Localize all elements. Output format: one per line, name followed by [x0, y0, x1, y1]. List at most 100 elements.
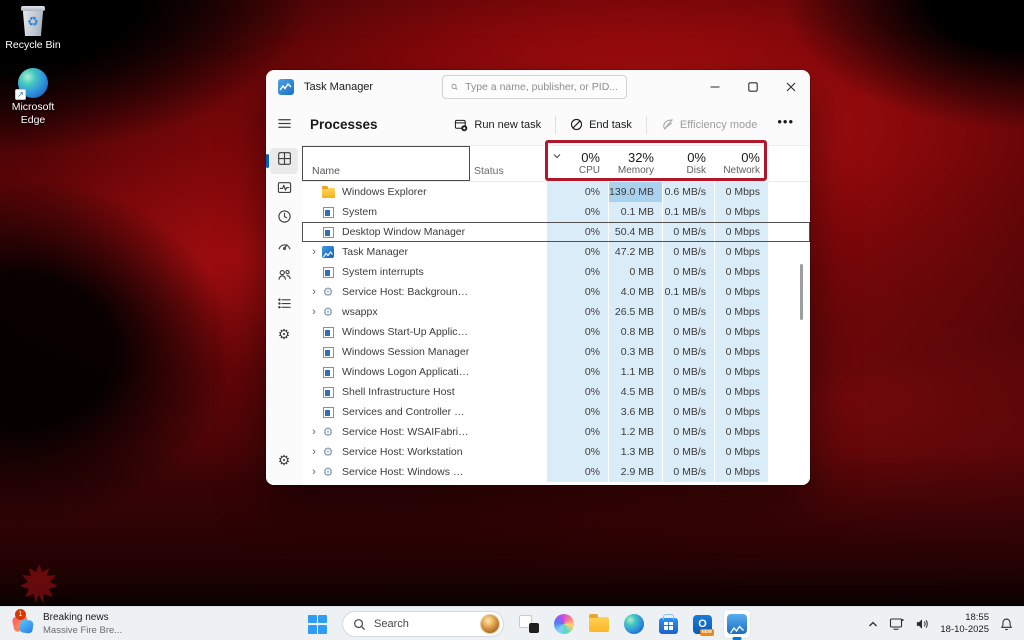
process-name-cell: System interrupts	[302, 262, 470, 282]
process-row[interactable]: System 0% 0.1 MB 0.1 MB/s 0 Mbps	[302, 202, 810, 222]
taskbar-app-file-explorer[interactable]	[586, 610, 612, 638]
process-row[interactable]: › ⚙ Service Host: Workstation 0% 1.3 MB 0 MB/…	[302, 442, 810, 462]
network-cell: 0 Mbps	[714, 282, 768, 302]
taskbar-app-task-view[interactable]	[516, 610, 542, 638]
process-row[interactable]: › Task Manager 0% 47.2 MB 0 MB/s 0 Mbps	[302, 242, 810, 262]
clock[interactable]: 18:55 18-10-2025	[940, 612, 989, 636]
taskbar-app-store[interactable]	[656, 610, 681, 638]
taskbar-app-search[interactable]: Search	[339, 610, 507, 638]
status-cell	[470, 302, 546, 322]
app-window-icon	[322, 406, 334, 418]
process-row[interactable]: Services and Controller app 0% 3.6 MB 0 MB/…	[302, 402, 810, 422]
desktop-icon-microsoft-edge[interactable]: ↗ Microsoft Edge	[0, 68, 66, 127]
disk-cell: 0 MB/s	[662, 322, 714, 342]
expand-chevron-icon[interactable]: ›	[308, 306, 320, 318]
titlebar[interactable]: Task Manager Type a name, publisher, or …	[266, 70, 810, 104]
process-row[interactable]: Shell Infrastructure Host 0% 4.5 MB 0 MB/s 0…	[302, 382, 810, 402]
network-cell: 0 Mbps	[714, 342, 768, 362]
process-row[interactable]: Windows Logon Application 0% 1.1 MB 0 MB/s 0…	[302, 362, 810, 382]
process-name: Windows Session Manager	[342, 346, 470, 358]
column-header-disk[interactable]: 0% Disk	[662, 146, 714, 181]
network-column-label: Network	[723, 165, 760, 177]
expand-chevron-icon[interactable]: ›	[308, 466, 320, 478]
memory-cell: 1.3 MB	[608, 442, 662, 462]
process-row[interactable]: Windows Explorer 0% 139.0 MB 0.6 MB/s 0 Mbps	[302, 182, 810, 202]
app-window-icon	[322, 366, 334, 378]
column-header-cpu[interactable]: 0% CPU	[546, 146, 608, 181]
network-cell: 0 Mbps	[714, 262, 768, 282]
volume-icon[interactable]	[915, 617, 930, 631]
chevron-down-icon[interactable]	[552, 152, 562, 160]
taskbar-app-edge[interactable]	[621, 610, 647, 638]
search-label: Search	[374, 618, 409, 630]
expand-chevron-icon[interactable]: ›	[308, 426, 320, 438]
sidebar-item-users[interactable]	[270, 264, 298, 290]
process-row[interactable]: › ⚙ wsappx 0% 26.5 MB 0 MB/s 0 Mbps	[302, 302, 810, 322]
taskbar-app-task-manager[interactable]	[724, 610, 750, 638]
service-gear-icon: ⚙	[322, 465, 334, 479]
cpu-cell: 0%	[546, 222, 608, 242]
run-new-task-button[interactable]: Run new task	[446, 113, 549, 137]
process-row[interactable]: Windows Session Manager 0% 0.3 MB 0 MB/s 0 M…	[302, 342, 810, 362]
process-row[interactable]: › ⚙ Service Host: WSAIFabricSvc 0% 1.2 MB 0 M…	[302, 422, 810, 442]
disk-total-value: 0%	[687, 149, 706, 165]
network-icon[interactable]	[889, 617, 905, 631]
process-name: Service Host: Workstation	[342, 446, 463, 458]
memory-cell: 4.5 MB	[608, 382, 662, 402]
taskbar-search-box: Search	[342, 611, 504, 637]
process-row[interactable]: Desktop Window Manager 0% 50.4 MB 0 MB/s 0 M…	[302, 222, 810, 242]
cpu-total-value: 0%	[581, 149, 600, 165]
memory-cell: 47.2 MB	[608, 242, 662, 262]
sidebar-item-app-history[interactable]	[270, 206, 298, 232]
performance-icon	[277, 180, 292, 200]
edge-icon	[624, 614, 644, 634]
notification-bell-icon[interactable]	[999, 617, 1014, 632]
file-explorer-icon	[589, 613, 609, 632]
disk-cell: 0.6 MB/s	[662, 182, 714, 202]
cpu-cell: 0%	[546, 322, 608, 342]
vertical-scrollbar[interactable]	[800, 264, 803, 320]
cpu-cell: 0%	[546, 422, 608, 442]
status-cell	[470, 282, 546, 302]
sidebar-item-processes[interactable]	[266, 148, 298, 174]
disk-cell: 0 MB/s	[662, 362, 714, 382]
command-actions: Run new task End task Efficiency mode ••…	[446, 113, 800, 137]
process-search-input[interactable]: Type a name, publisher, or PID...	[442, 75, 628, 99]
process-row[interactable]: System interrupts 0% 0 MB 0 MB/s 0 Mbps	[302, 262, 810, 282]
network-cell: 0 Mbps	[714, 322, 768, 342]
sidebar-item-startup-apps[interactable]	[270, 235, 298, 261]
column-header-memory[interactable]: 32% Memory	[608, 146, 662, 181]
expand-chevron-icon[interactable]: ›	[308, 246, 320, 258]
sidebar-item-services[interactable]: ⚙	[270, 322, 298, 348]
desktop-icon-recycle-bin[interactable]: ♻ Recycle Bin	[0, 6, 66, 52]
settings-button[interactable]: ⚙	[270, 447, 298, 473]
sidebar-item-performance[interactable]	[270, 177, 298, 203]
network-cell: 0 Mbps	[714, 402, 768, 422]
close-button[interactable]	[772, 70, 810, 104]
efficiency-mode-button[interactable]: Efficiency mode	[653, 113, 765, 136]
hidden-icons-chevron-icon[interactable]	[867, 619, 879, 629]
widgets-button[interactable]: 1 Breaking news Massive Fire Bre...	[6, 607, 128, 640]
process-row[interactable]: ›⚙Service Host: Windows Update0%2.9 MB0 …	[302, 462, 810, 482]
process-name-cell: Services and Controller app	[302, 402, 470, 422]
memory-cell: 2.9 MB	[608, 462, 662, 482]
taskbar-app-copilot[interactable]	[551, 610, 577, 638]
process-row[interactable]: ›⚙ Service Host: Background Inte... 0%4.0 …	[302, 282, 810, 302]
column-header-name[interactable]: Name	[302, 146, 470, 181]
expand-chevron-icon[interactable]: ›	[308, 446, 320, 458]
widgets-icon: 1	[11, 609, 36, 636]
taskbar-app-outlook[interactable]: O NEW	[690, 610, 715, 638]
taskbar-app-start[interactable]	[305, 610, 330, 638]
maximize-button[interactable]	[734, 70, 772, 104]
app-window-icon	[322, 326, 334, 338]
hamburger-menu-button[interactable]	[270, 110, 298, 136]
expand-chevron-icon[interactable]: ›	[308, 286, 320, 298]
column-header-network[interactable]: 0% Network	[714, 146, 768, 181]
sidebar-item-details[interactable]	[270, 293, 298, 319]
process-row[interactable]: Windows Start-Up Application 0% 0.8 MB 0 MB…	[302, 322, 810, 342]
column-header-status[interactable]: Status	[470, 146, 546, 181]
end-task-button[interactable]: End task	[562, 113, 640, 136]
service-gear-icon: ⚙	[322, 425, 334, 439]
more-options-button[interactable]: •••	[771, 114, 800, 135]
minimize-button[interactable]	[696, 70, 734, 104]
